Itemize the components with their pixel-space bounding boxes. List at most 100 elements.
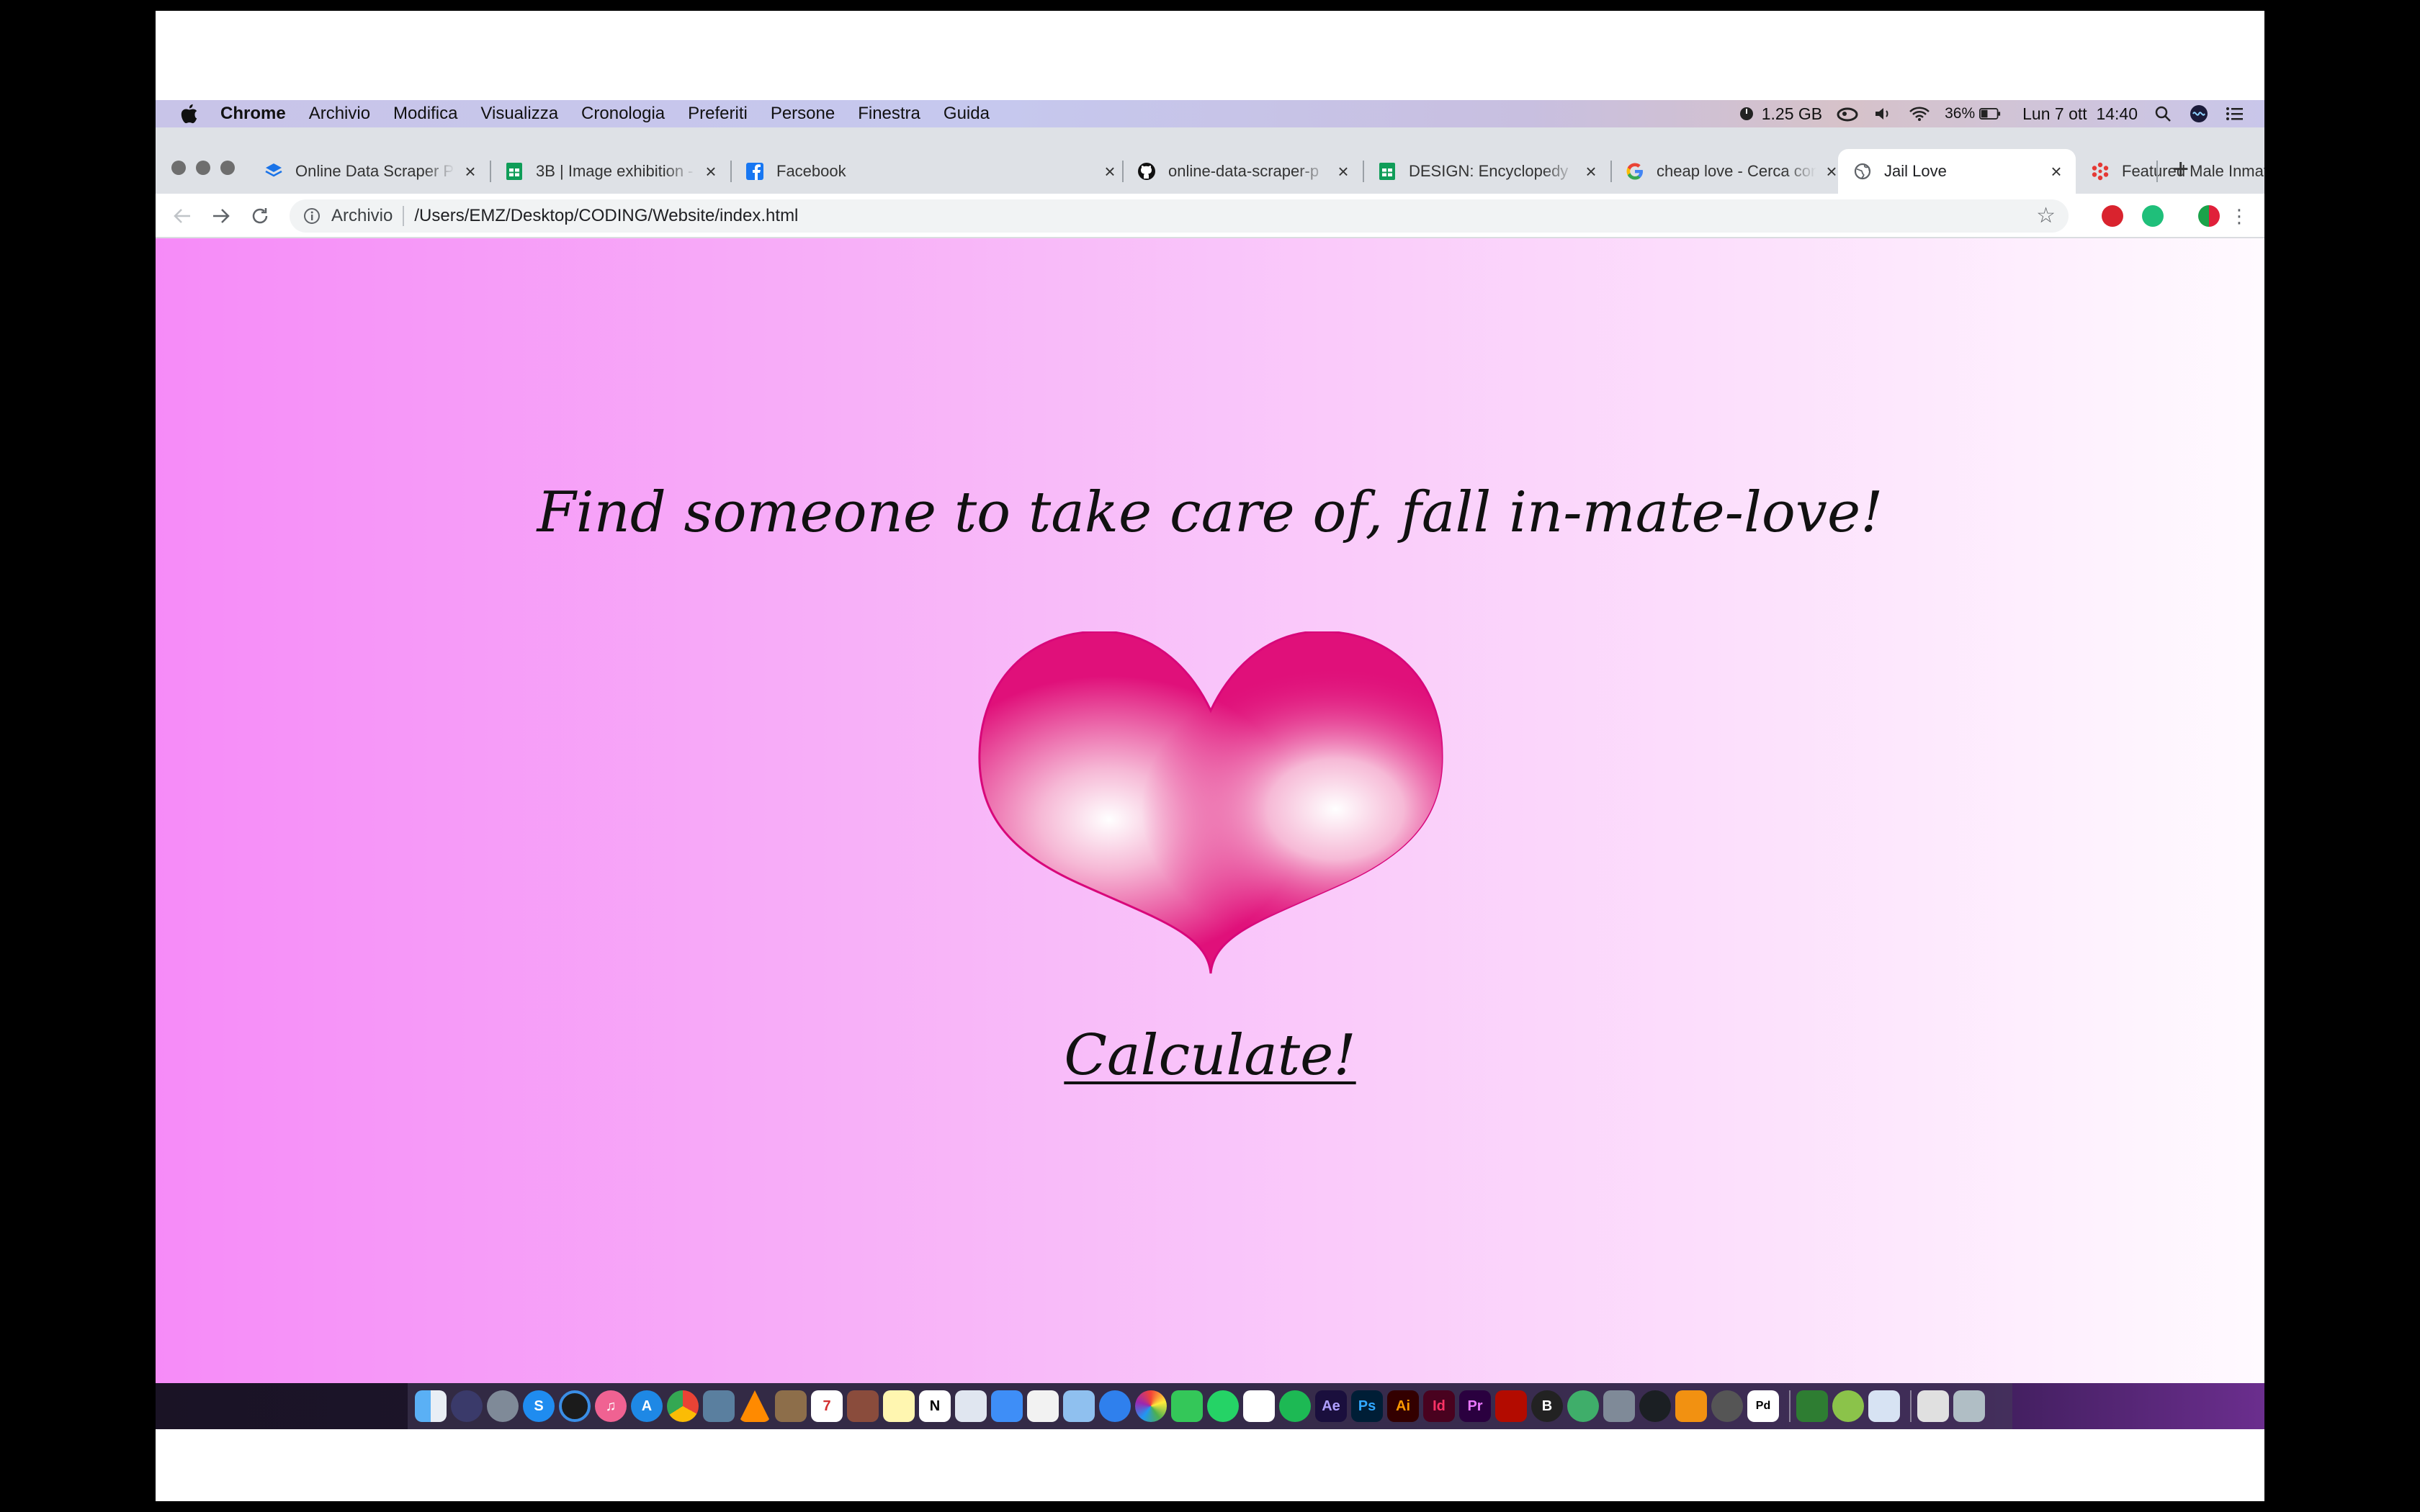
notion-icon[interactable]: N	[919, 1390, 951, 1422]
system-preferences-icon[interactable]	[1711, 1390, 1743, 1422]
skype-icon[interactable]: S	[523, 1390, 555, 1422]
menu-archivio[interactable]: Archivio	[309, 104, 370, 124]
web-page-content: Find someone to take care of, fall in-ma…	[156, 238, 2264, 1383]
tab-close-icon[interactable]: ×	[461, 161, 480, 183]
tab-design-encyclopedy[interactable]: DESIGN: Encyclopedy ×	[1377, 149, 1600, 194]
launchpad-icon[interactable]	[487, 1390, 519, 1422]
siri-icon[interactable]	[451, 1390, 483, 1422]
messenger-icon[interactable]	[1099, 1390, 1131, 1422]
tab-google-search[interactable]: cheap love - Cerca con Google ×	[1625, 149, 1841, 194]
reload-icon[interactable]	[248, 204, 272, 228]
itunes-icon[interactable]: ♫	[595, 1390, 627, 1422]
textedit-icon[interactable]	[955, 1390, 987, 1422]
window-zoom-button[interactable]	[220, 161, 235, 175]
trash-icon[interactable]	[1953, 1390, 1985, 1422]
tab-close-icon[interactable]: ×	[1101, 161, 1119, 183]
back-arrow-icon[interactable]	[170, 204, 194, 228]
acrobat-icon[interactable]	[1495, 1390, 1527, 1422]
pd-icon[interactable]: Pd	[1747, 1390, 1779, 1422]
info-icon[interactable]	[302, 207, 321, 225]
calculator-grid-icon[interactable]	[1917, 1390, 1949, 1422]
tab-separator	[730, 161, 732, 182]
keynote-icon[interactable]	[991, 1390, 1023, 1422]
sheets-icon	[506, 163, 522, 180]
siri-icon[interactable]	[2188, 104, 2210, 123]
reminders-icon[interactable]	[1027, 1390, 1059, 1422]
vlc-icon[interactable]	[739, 1390, 771, 1422]
window-close-button[interactable]	[171, 161, 186, 175]
premiere-icon[interactable]: Pr	[1459, 1390, 1491, 1422]
maps-icon[interactable]	[1063, 1390, 1095, 1422]
grammarly-extension-icon[interactable]	[2142, 205, 2164, 227]
battery-icon[interactable]	[1979, 104, 2001, 123]
vpn-icon[interactable]	[1567, 1390, 1599, 1422]
tab-github-repo[interactable]: online-data-scraper-p ×	[1137, 149, 1353, 194]
menu-app-chrome[interactable]: Chrome	[220, 104, 286, 124]
quicktime-icon[interactable]	[559, 1390, 591, 1422]
slack-icon[interactable]	[1243, 1390, 1275, 1422]
tab-title: Jail Love	[1884, 162, 1947, 180]
notification-center-icon[interactable]	[2224, 104, 2246, 123]
memory-gauge-icon[interactable]	[1736, 104, 1757, 123]
app-store-icon[interactable]: A	[631, 1390, 663, 1422]
books-icon[interactable]	[1675, 1390, 1707, 1422]
new-tab-plus-icon[interactable]: +	[2172, 155, 2189, 184]
preview-icon[interactable]	[703, 1390, 735, 1422]
omnibox-divider	[403, 206, 405, 226]
menu-cronologia[interactable]: Cronologia	[581, 104, 665, 124]
after-effects-icon[interactable]: Ae	[1315, 1390, 1347, 1422]
whatsapp-icon[interactable]	[1207, 1390, 1239, 1422]
tab-close-icon[interactable]: ×	[1582, 161, 1600, 183]
illustrator-icon[interactable]: Ai	[1387, 1390, 1419, 1422]
tab-online-data-scraper[interactable]: Online Data Scraper P ×	[264, 149, 480, 194]
calculate-button[interactable]: Calculate!	[156, 1023, 2264, 1088]
spotlight-search-icon[interactable]	[2152, 104, 2174, 123]
battery-percent-text[interactable]: 36%	[1945, 105, 1975, 122]
tab-close-icon[interactable]: ×	[702, 161, 720, 183]
document-stack-icon[interactable]	[1868, 1390, 1900, 1422]
chrome-menu-kebab-icon[interactable]: ⋮	[2227, 204, 2251, 228]
photos-icon[interactable]	[1135, 1390, 1167, 1422]
menu-preferiti[interactable]: Preferiti	[688, 104, 748, 124]
indesign-icon[interactable]: Id	[1423, 1390, 1455, 1422]
contacts-icon[interactable]	[775, 1390, 807, 1422]
messages-icon[interactable]	[1171, 1390, 1203, 1422]
address-bar[interactable]: Archivio /Users/EMZ/Desktop/CODING/Websi…	[290, 199, 2069, 233]
arduino-icon[interactable]	[1796, 1390, 1828, 1422]
finder-icon[interactable]	[415, 1390, 447, 1422]
wifi-icon[interactable]	[1909, 104, 1930, 123]
chrome-icon[interactable]	[667, 1390, 699, 1422]
creative-cloud-icon[interactable]	[1837, 104, 1858, 123]
spotify-icon[interactable]	[1279, 1390, 1311, 1422]
tab-image-exhibition-sheet[interactable]: 3B | Image exhibition - Fogli ×	[504, 149, 720, 194]
menu-bar-status-area: 1.25 GB 36% Lun 7 ott 14:40	[1736, 100, 2246, 127]
photo-booth-icon[interactable]	[847, 1390, 879, 1422]
menu-guida[interactable]: Guida	[944, 104, 990, 124]
file-archive-icon[interactable]	[1603, 1390, 1635, 1422]
bbedit-icon[interactable]: B	[1531, 1390, 1563, 1422]
macos-menu-bar: Chrome Archivio Modifica Visualizza Cron…	[156, 100, 2264, 127]
bookmark-star-icon[interactable]: ☆	[2036, 205, 2056, 227]
volume-icon[interactable]	[1873, 104, 1894, 123]
tab-close-icon[interactable]: ×	[1334, 161, 1353, 183]
profile-avatar[interactable]	[2198, 205, 2220, 227]
url-text[interactable]: /Users/EMZ/Desktop/CODING/Website/index.…	[414, 206, 798, 226]
menu-visualizza[interactable]: Visualizza	[480, 104, 558, 124]
ublock-extension-icon[interactable]	[2102, 205, 2123, 227]
menu-finestra[interactable]: Finestra	[858, 104, 920, 124]
clock-text[interactable]: Lun 7 ott 14:40	[2022, 104, 2138, 124]
downloads-icon[interactable]	[1832, 1390, 1864, 1422]
window-minimize-button[interactable]	[196, 161, 210, 175]
memory-usage-text[interactable]: 1.25 GB	[1762, 104, 1822, 124]
forward-arrow-icon[interactable]	[209, 204, 233, 228]
tab-jail-love-active[interactable]: Jail Love ×	[1838, 149, 2076, 194]
tab-close-icon[interactable]: ×	[2047, 161, 2066, 183]
photoshop-icon[interactable]: Ps	[1351, 1390, 1383, 1422]
github-desktop-icon[interactable]	[1639, 1390, 1671, 1422]
notes-icon[interactable]	[883, 1390, 915, 1422]
calendar-icon[interactable]: 7	[811, 1390, 843, 1422]
menu-modifica[interactable]: Modifica	[393, 104, 457, 124]
menu-persone[interactable]: Persone	[771, 104, 835, 124]
tab-facebook[interactable]: Facebook ×	[745, 149, 1119, 194]
apple-menu-icon[interactable]	[180, 104, 199, 124]
